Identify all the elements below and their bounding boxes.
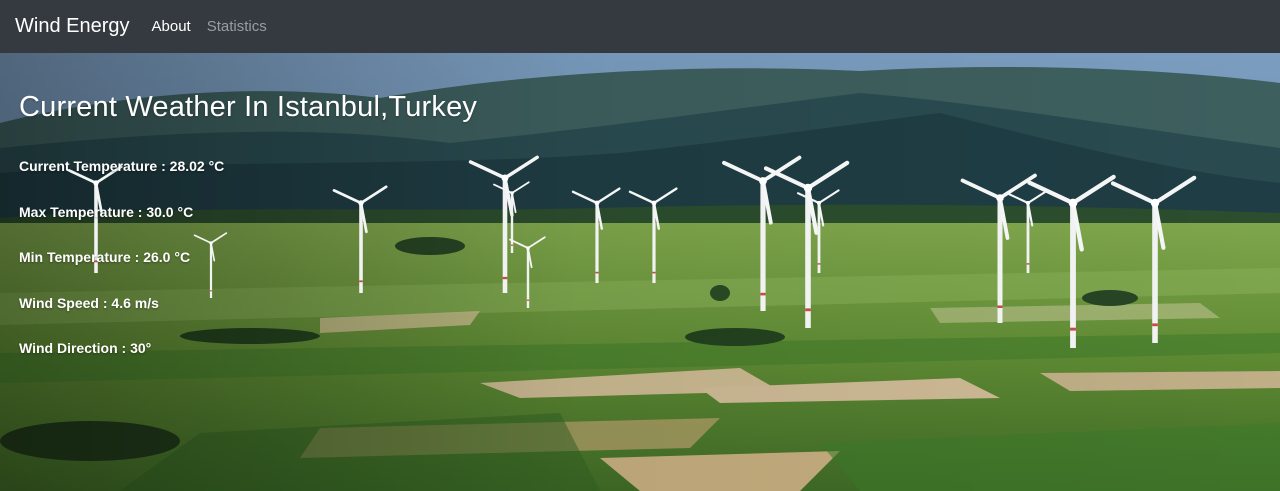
nav-about-link[interactable]: About <box>152 18 191 35</box>
min-temperature: Min Temperature : 26.0 °C <box>19 249 191 265</box>
weather-heading: Current Weather In Istanbul,Turkey <box>19 91 478 123</box>
top-navbar: Wind Energy About Statistics <box>0 0 1280 53</box>
max-temperature: Max Temperature : 30.0 °C <box>19 204 194 220</box>
wind-speed: Wind Speed : 4.6 m/s <box>19 295 159 311</box>
current-temperature: Current Temperature : 28.02 °C <box>19 158 225 174</box>
nav-statistics-link[interactable]: Statistics <box>207 18 267 35</box>
weather-panel: Current Weather In Istanbul,Turkey Curre… <box>19 91 478 356</box>
brand-link[interactable]: Wind Energy <box>15 15 130 38</box>
wind-direction: Wind Direction : 30° <box>19 340 152 356</box>
hero-banner: Current Weather In Istanbul,Turkey Curre… <box>0 53 1280 491</box>
